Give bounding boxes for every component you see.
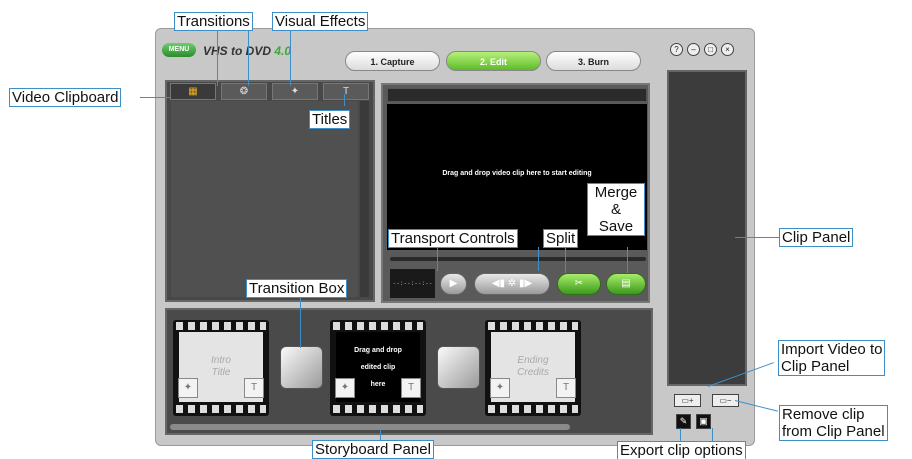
timecode-display: --:--:--:--	[390, 269, 435, 298]
callout-line	[735, 237, 779, 238]
film-holes	[488, 405, 578, 413]
ending-credits-slot[interactable]: Ending Credits ✦ T	[485, 320, 581, 416]
play-icon: ▶	[449, 278, 458, 289]
callout-remove-clip: Remove clip from Clip Panel	[779, 405, 888, 441]
merge-icon: ▤	[621, 278, 631, 289]
callout-line	[290, 30, 291, 86]
callout-line	[712, 428, 713, 442]
callout-storyboard-panel: Storyboard Panel	[312, 440, 434, 459]
video-clipboard-area[interactable]	[171, 101, 358, 297]
step-back-icon: ◀▮	[491, 278, 506, 289]
callout-merge-save: Merge & Save	[587, 183, 645, 236]
callout-line	[248, 30, 249, 86]
film-holes	[333, 322, 423, 330]
effects-wand-icon: ✦	[290, 86, 300, 97]
storyboard-scrollbar[interactable]	[170, 424, 570, 430]
tab-titles[interactable]: T	[323, 83, 369, 100]
transition-box-1[interactable]	[280, 346, 323, 389]
transition-box-2[interactable]	[437, 346, 480, 389]
intro-placeholder: Intro Title	[210, 355, 231, 378]
callout-line	[538, 247, 539, 271]
callout-line	[344, 94, 345, 106]
step-capture-button[interactable]: 1. Capture	[345, 51, 440, 71]
clip-drop-slot[interactable]: Drag and drop edited clip here ✦ T	[330, 320, 426, 416]
film-holes	[176, 322, 266, 330]
logo-version: 4.0	[274, 44, 292, 58]
tab-visual-effects[interactable]: ✦	[272, 83, 318, 100]
callout-line	[380, 430, 381, 440]
split-icon: ✂	[574, 278, 584, 289]
callout-line	[217, 30, 218, 86]
callout-transition-box: Transition Box	[246, 279, 348, 298]
stop-icon: ✲	[507, 278, 519, 289]
pencil-icon: ✎	[679, 416, 688, 426]
preview-topbar	[387, 88, 647, 102]
film-add-icon: ▭+	[681, 396, 694, 405]
logo-name: VHS to DVD	[203, 44, 272, 58]
title-t-button[interactable]: T	[244, 378, 264, 398]
callout-line	[140, 97, 170, 98]
minimize-button[interactable]: –	[687, 43, 700, 56]
help-button[interactable]: ?	[670, 43, 683, 56]
callout-line	[300, 298, 301, 348]
import-video-button[interactable]: ▭+	[674, 394, 701, 407]
callout-split: Split	[543, 229, 579, 248]
drop-text-line-3: here	[370, 380, 386, 388]
play-button[interactable]: ▶	[440, 273, 467, 295]
maximize-button[interactable]: □	[704, 43, 717, 56]
step-controls[interactable]: ◀▮ ✲ ▮▶	[474, 273, 550, 295]
close-button[interactable]: ×	[721, 43, 734, 56]
step-edit-button[interactable]: 2. Edit	[446, 51, 541, 71]
callout-line	[680, 428, 681, 442]
transitions-icon: ❂	[239, 86, 249, 97]
callout-transport-controls: Transport Controls	[388, 229, 518, 248]
callout-visual-effects: Visual Effects	[272, 12, 369, 31]
screenshot-stage: MENU VHS to DVD 4.0 1. Capture 2. Edit 3…	[0, 0, 912, 459]
title-t-button[interactable]: T	[401, 378, 421, 398]
step-burn-button[interactable]: 3. Burn	[546, 51, 641, 71]
effects-wand-icon[interactable]: ✦	[490, 378, 510, 398]
callout-line	[627, 247, 628, 273]
callout-line	[565, 247, 566, 273]
title-t-button[interactable]: T	[556, 378, 576, 398]
film-holes	[176, 405, 266, 413]
film-holes	[333, 405, 423, 413]
seek-bar[interactable]	[390, 257, 646, 261]
callout-video-clipboard: Video Clipboard	[9, 88, 122, 107]
effects-wand-icon[interactable]: ✦	[178, 378, 198, 398]
callout-titles: Titles	[309, 110, 351, 129]
ending-placeholder: Ending Credits	[517, 355, 549, 378]
drop-text-line-1: Drag and drop	[354, 346, 402, 354]
left-panel-tabs: ▦ ❂ ✦ T	[170, 83, 370, 100]
step-forward-icon: ▮▶	[518, 278, 533, 289]
callout-line	[437, 247, 438, 271]
drop-text-line-2: edited clip	[360, 363, 396, 371]
clipboard-icon: ▦	[188, 86, 198, 97]
callout-transitions: Transitions	[174, 12, 253, 31]
menu-button[interactable]: MENU	[162, 43, 196, 57]
intro-title-slot[interactable]: Intro Title ✦ T	[173, 320, 269, 416]
film-holes	[488, 322, 578, 330]
callout-import-video: Import Video to Clip Panel	[778, 340, 886, 376]
export-device-button[interactable]: ▣	[696, 414, 711, 429]
film-remove-icon: ▭−	[719, 396, 732, 405]
left-panel-scrollbar[interactable]	[360, 101, 369, 297]
effects-wand-icon[interactable]: ✦	[335, 378, 355, 398]
callout-clip-panel: Clip Panel	[779, 228, 854, 247]
preview-drop-message: Drag and drop video clip here to start e…	[442, 170, 592, 177]
device-icon: ▣	[699, 416, 708, 426]
clip-panel[interactable]	[667, 70, 747, 386]
split-button[interactable]: ✂	[557, 273, 601, 295]
tab-video-clipboard[interactable]: ▦	[170, 83, 216, 100]
tab-transitions[interactable]: ❂	[221, 83, 267, 100]
merge-save-button[interactable]: ▤	[606, 273, 646, 295]
callout-export-clip: Export clip options	[617, 441, 746, 459]
export-edit-button[interactable]: ✎	[676, 414, 691, 429]
